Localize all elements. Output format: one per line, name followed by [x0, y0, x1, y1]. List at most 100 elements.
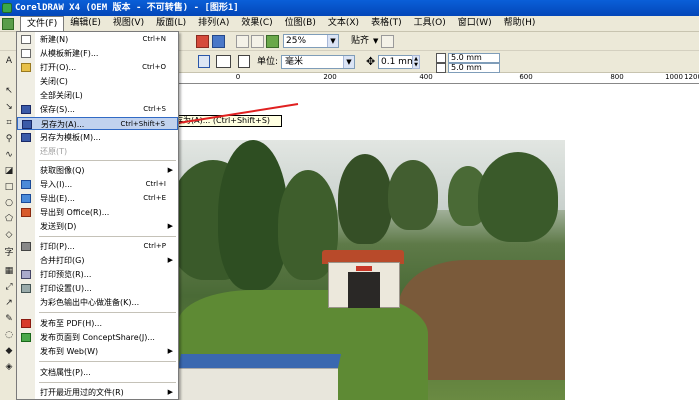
menu-window[interactable]: 窗口(W) — [452, 16, 498, 31]
ruler-label: 800 — [610, 73, 624, 81]
nudge-distance-input[interactable]: 0.1 mm ▲ ▼ — [378, 55, 420, 69]
menu-item-save-as-template[interactable]: 另存为模板(M)... — [17, 131, 178, 144]
menu-file[interactable]: 文件(F) — [20, 16, 65, 31]
menu-item-document-properties[interactable]: 文档属性(P)... — [17, 366, 178, 379]
menu-item-revert: 还原(T) — [17, 145, 178, 158]
document-icon[interactable] — [2, 17, 14, 30]
portrait-icon[interactable] — [198, 55, 210, 68]
imported-photo[interactable] — [178, 140, 565, 400]
smart-fill-icon[interactable]: ◪ — [3, 165, 15, 177]
menu-item-publish-pdf[interactable]: 发布至 PDF(H)... — [17, 317, 178, 330]
import-icon — [21, 180, 31, 189]
basic-shapes-icon[interactable]: ◇ — [3, 229, 15, 241]
menu-item-label: 另存为模板(M)... — [40, 133, 101, 142]
submenu-arrow-icon: ▶ — [167, 256, 173, 264]
menu-view[interactable]: 视图(V) — [107, 16, 150, 31]
menu-item-print-setup[interactable]: 打印设置(U)... — [17, 282, 178, 295]
text-tool-zi-icon[interactable]: 字 — [3, 247, 15, 259]
menu-item-prepare-service-bureau[interactable]: 为彩色输出中心做准备(K)... — [17, 296, 178, 309]
photo-shed-roof — [178, 354, 341, 368]
zoom-tool-icon[interactable]: ⚲ — [3, 133, 15, 145]
menu-item-new-from-template[interactable]: 从模板新建(F)... — [17, 47, 178, 60]
menu-item-label: 导出(E)... — [40, 194, 75, 203]
menu-item-send-to[interactable]: 发送到(D) ▶ — [17, 220, 178, 233]
menu-text[interactable]: 文本(X) — [322, 16, 365, 31]
interactive-fill-icon[interactable]: ◈ — [3, 361, 15, 373]
menu-item-shortcut: Ctrl+O — [142, 63, 166, 71]
menu-tools[interactable]: 工具(O) — [408, 16, 452, 31]
menu-item-close-all[interactable]: 全部关闭(L) — [17, 89, 178, 102]
coreldraw-app-icon[interactable] — [2, 3, 12, 13]
menu-item-acquire-image[interactable]: 获取图像(Q) ▶ — [17, 164, 178, 177]
menu-table[interactable]: 表格(T) — [365, 16, 408, 31]
menu-item-label: 为彩色输出中心做准备(K)... — [40, 298, 140, 307]
units-select[interactable]: 毫米 ▼ — [281, 55, 355, 69]
file-menu-dropdown: 新建(N) Ctrl+N 从模板新建(F)... 打开(O)... Ctrl+O… — [16, 31, 179, 400]
menu-help[interactable]: 帮助(H) — [498, 16, 542, 31]
menu-layout[interactable]: 版面(L) — [150, 16, 192, 31]
nudge-spinner[interactable]: ▲ ▼ — [412, 55, 420, 69]
menu-item-import[interactable]: 导入(I)... Ctrl+I — [17, 178, 178, 191]
corel-online-icon[interactable] — [266, 35, 279, 48]
office-icon — [21, 208, 31, 217]
menu-item-label: 发布到 Web(W) — [40, 347, 99, 356]
menu-item-label: 打开最近用过的文件(R) — [40, 388, 124, 397]
print-preview-icon — [21, 270, 31, 279]
shape-tool-icon[interactable]: ↘ — [3, 101, 15, 113]
page-layout-icon[interactable] — [238, 55, 250, 68]
snap-to-dropdown[interactable]: 贴齐 ▼ — [351, 35, 378, 47]
menu-effects[interactable]: 效果(C) — [235, 16, 278, 31]
menu-item-new[interactable]: 新建(N) Ctrl+N — [17, 33, 178, 46]
ruler-label: 600 — [519, 73, 533, 81]
menu-edit[interactable]: 编辑(E) — [64, 16, 107, 31]
text-tool-icon[interactable]: A — [3, 55, 15, 67]
fill-tool-icon[interactable]: ◆ — [3, 345, 15, 357]
table-tool-icon[interactable]: ▦ — [3, 265, 15, 277]
landscape-icon[interactable] — [216, 55, 231, 68]
duplicate-y-input[interactable]: 5.0 mm — [448, 63, 500, 73]
pick-tool-icon[interactable]: ↖ — [3, 85, 15, 97]
crop-tool-icon[interactable]: ⌗ — [3, 117, 15, 129]
menu-item-recent-files[interactable]: 打开最近用过的文件(R) ▶ — [17, 386, 178, 399]
connector-tool-icon[interactable]: ↗ — [3, 297, 15, 309]
menu-item-export[interactable]: 导出(E)... Ctrl+E — [17, 192, 178, 205]
publish-pdf-icon[interactable] — [236, 35, 249, 48]
dimension-tool-icon[interactable]: ⤢ — [3, 281, 15, 293]
menu-bitmaps[interactable]: 位图(B) — [279, 16, 322, 31]
freehand-tool-icon[interactable]: ∿ — [3, 149, 15, 161]
welcome-screen-icon[interactable] — [212, 35, 225, 48]
duplicate-x-input[interactable]: 5.0 mm — [448, 53, 500, 63]
menu-arrange[interactable]: 排列(A) — [192, 16, 235, 31]
menu-item-print[interactable]: 打印(P)... Ctrl+P — [17, 240, 178, 253]
ellipse-tool-icon[interactable]: ○ — [3, 197, 15, 209]
polygon-tool-icon[interactable]: ⬠ — [3, 213, 15, 225]
save-as-icon — [22, 120, 32, 129]
ruler-label: 200 — [323, 73, 337, 81]
chevron-down-icon[interactable]: ▼ — [327, 35, 338, 47]
options-icon[interactable] — [381, 35, 394, 48]
menu-item-publish-conceptshare[interactable]: 发布页面到 ConceptShare(J)... — [17, 331, 178, 344]
menu-item-label: 发布页面到 ConceptShare(J)... — [40, 333, 155, 342]
outline-tool-icon[interactable]: ◌ — [3, 329, 15, 341]
menu-item-close[interactable]: 关闭(C) — [17, 75, 178, 88]
menu-item-export-office[interactable]: 导出到 Office(R)... — [17, 206, 178, 219]
eyedropper-tool-icon[interactable]: ✎ — [3, 313, 15, 325]
menu-item-label: 发布至 PDF(H)... — [40, 319, 103, 328]
menu-item-open[interactable]: 打开(O)... Ctrl+O — [17, 61, 178, 74]
menu-item-print-preview[interactable]: 打印预览(R)... — [17, 268, 178, 281]
chevron-down-icon[interactable]: ▼ — [343, 56, 354, 68]
snap-label: 贴齐 — [351, 36, 370, 46]
menu-item-publish-web[interactable]: 发布到 Web(W) ▶ — [17, 345, 178, 358]
dropdown-chevron-icon[interactable] — [251, 35, 264, 48]
menu-item-save[interactable]: 保存(S)... Ctrl+S — [17, 103, 178, 116]
rectangle-tool-icon[interactable]: □ — [3, 181, 15, 193]
ruler-label: 400 — [419, 73, 433, 81]
zoom-level-select[interactable]: 25% ▼ — [283, 34, 339, 48]
menu-item-save-as[interactable]: 另存为(A)... Ctrl+Shift+S — [17, 117, 178, 130]
photo-shrine-sign — [356, 266, 372, 271]
duplicate-x-value: 5.0 mm — [451, 53, 482, 62]
application-launcher-icon[interactable] — [196, 35, 209, 48]
menu-item-label: 关闭(C) — [40, 77, 68, 86]
menu-item-print-merge[interactable]: 合并打印(G) ▶ — [17, 254, 178, 267]
menu-item-shortcut: Ctrl+P — [143, 242, 166, 250]
